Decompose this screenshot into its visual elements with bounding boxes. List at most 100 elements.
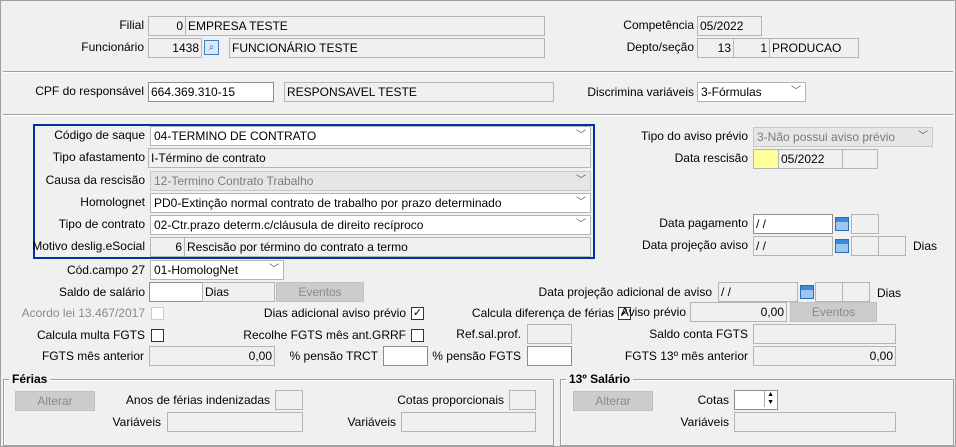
fgts-mes-ant-field: 0,00 (149, 346, 275, 366)
cod-campo27-value: 01-HomologNet (154, 263, 239, 277)
saldo-salario-label: Saldo de salário (58, 285, 145, 299)
causa-select: 12-Termino Contrato Trabalho ﹀ (150, 171, 591, 191)
ferias-variaveis-field (167, 412, 303, 432)
aviso-previo-label: Aviso prévio (620, 305, 686, 319)
chevron-down-icon: ﹀ (576, 219, 586, 230)
data-rescisao-field: 05/2022 (778, 149, 843, 169)
ferias-variaveis2-field (401, 412, 536, 432)
calendar-icon[interactable] (800, 285, 814, 299)
competencia-field: 05/2022 (697, 16, 762, 36)
eventos-aviso-button[interactable]: Eventos (790, 302, 877, 322)
tipo-afastamento-label: Tipo afastamento (52, 150, 145, 164)
data-rescisao-day-input[interactable] (753, 149, 779, 169)
homolognet-select[interactable]: PD0-Extinção normal contrato de trabalho… (150, 193, 591, 213)
cotas-spinner[interactable]: ▲ ▼ (734, 390, 778, 410)
acordo-checkbox (151, 307, 164, 320)
data-projecao-extra1-field (851, 236, 879, 256)
decimo-variaveis-label: Variáveis (680, 415, 729, 429)
funcionario-name-field: FUNCIONÁRIO TESTE (229, 38, 545, 58)
ferias-alterar-button[interactable]: Alterar (15, 391, 95, 411)
fgts13-field: 0,00 (753, 346, 896, 366)
data-pagamento-input[interactable]: / / (753, 214, 833, 234)
data-projecao-label: Data projeção aviso (641, 238, 748, 252)
calendar-icon[interactable] (835, 217, 849, 231)
tipo-aviso-label: Tipo do aviso prévio (641, 129, 748, 143)
dias-adicional-checkbox[interactable]: ✓ (411, 307, 424, 320)
discrimina-label: Discrimina variáveis (587, 85, 694, 99)
saldo-salario-input[interactable] (149, 282, 203, 302)
cod-campo27-select[interactable]: 01-HomologNet ﹀ (150, 260, 284, 280)
chevron-down-icon: ﹀ (918, 131, 928, 142)
data-projecao-extra2-field (878, 236, 906, 256)
discrimina-value: 3-Fórmulas (701, 85, 762, 99)
motivo-code-field: 6 (150, 237, 185, 257)
ferias-title: Férias (9, 372, 51, 386)
recolhe-checkbox[interactable] (411, 329, 424, 342)
secao-field: 1 (733, 38, 770, 58)
responsavel-name-field: RESPONSAVEL TESTE (284, 82, 554, 102)
funcionario-label: Funcionário (81, 40, 144, 54)
proj-adicional-label: Data projeção adicional de aviso (538, 285, 712, 299)
dias-adicional-label: Dias adicional aviso prévio (263, 306, 406, 320)
tipo-contrato-label: Tipo de contrato (58, 217, 145, 231)
recolhe-label: Recolhe FGTS mês ant.GRRF (243, 328, 406, 342)
saldo-dias-field: Dias (202, 282, 275, 302)
filial-code-field: 0 (148, 16, 186, 36)
proj-adicional-field: / / (718, 282, 798, 302)
ferias-variaveis2-label: Variáveis (347, 415, 396, 429)
data-pagamento-extra-field (851, 214, 879, 234)
saldo-fgts-field (753, 324, 896, 344)
search-icon[interactable]: ⌕ (204, 40, 219, 55)
pensao-fgts-input[interactable] (527, 346, 572, 366)
depto-name-field: PRODUCAO (769, 38, 859, 58)
calc-dif-ferias-label: Calcula diferença de férias (471, 306, 614, 320)
homolognet-value: PD0-Extinção normal contrato de trabalho… (154, 196, 502, 210)
tipo-aviso-value: 3-Não possui aviso prévio (757, 130, 896, 144)
calc-multa-checkbox[interactable] (151, 329, 164, 342)
codigo-saque-label: Código de saque (54, 128, 145, 142)
divider (3, 71, 953, 73)
ferias-variaveis-label: Variáveis (112, 415, 161, 429)
spinner-arrows-icon[interactable]: ▲ ▼ (764, 391, 776, 407)
calc-multa-label: Calcula multa FGTS (36, 328, 145, 342)
causa-label: Causa da rescisão (45, 173, 145, 187)
cod-campo27-label: Cód.campo 27 (66, 263, 145, 277)
dias-label: Dias (913, 239, 938, 253)
filial-name-field: EMPRESA TESTE (185, 16, 545, 36)
chevron-down-icon: ﹀ (576, 175, 586, 186)
tipo-contrato-select[interactable]: 02-Ctr.prazo determ.c/cláusula de direit… (150, 215, 591, 235)
filial-label: Filial (119, 18, 144, 32)
funcionario-code-field: 1438 (148, 38, 202, 58)
cotas-proporcionais-label: Cotas proporcionais (397, 393, 504, 407)
decimo-variaveis-field (734, 412, 896, 432)
data-projecao-field: / / (753, 236, 833, 256)
tipo-contrato-value: 02-Ctr.prazo determ.c/cláusula de direit… (154, 218, 424, 232)
anos-ferias-field (275, 390, 303, 410)
depto-label: Depto/seção (626, 40, 694, 54)
eventos-button[interactable]: Eventos (276, 282, 364, 302)
discrimina-select[interactable]: 3-Fórmulas ﹀ (697, 82, 806, 102)
acordo-label: Acordo lei 13.467/2017 (21, 306, 145, 320)
codigo-saque-select[interactable]: 04-TERMINO DE CONTRATO ﹀ (150, 126, 591, 146)
fgts-mes-ant-label: FGTS mês anterior (41, 349, 144, 363)
calendar-icon[interactable] (835, 239, 849, 253)
proj-adicional-extra1-field (815, 282, 843, 302)
chevron-down-icon: ﹀ (269, 264, 279, 275)
cotas-proporcionais-field (509, 390, 536, 410)
data-pagamento-label: Data pagamento (659, 216, 748, 230)
pensao-trct-input[interactable] (383, 346, 428, 366)
depto-field: 13 (697, 38, 734, 58)
cpf-input[interactable]: 664.369.310-15 (148, 82, 274, 102)
cpf-label: CPF do responsável (35, 84, 144, 98)
data-rescisao-label: Data rescisão (674, 151, 748, 165)
tipo-aviso-select: 3-Não possui aviso prévio ﹀ (753, 127, 933, 147)
anos-ferias-label: Anos de férias indenizadas (125, 393, 270, 407)
proj-adicional-extra2-field (842, 282, 870, 302)
competencia-label: Competência (623, 18, 694, 32)
decimo-alterar-button[interactable]: Alterar (573, 391, 653, 411)
causa-value: 12-Termino Contrato Trabalho (154, 174, 314, 188)
motivo-field: Rescisão por término do contrato a termo (184, 237, 591, 257)
pensao-trct-label: % pensão TRCT (289, 349, 378, 363)
chevron-down-icon: ﹀ (576, 130, 586, 141)
ref-sal-field (527, 324, 572, 344)
